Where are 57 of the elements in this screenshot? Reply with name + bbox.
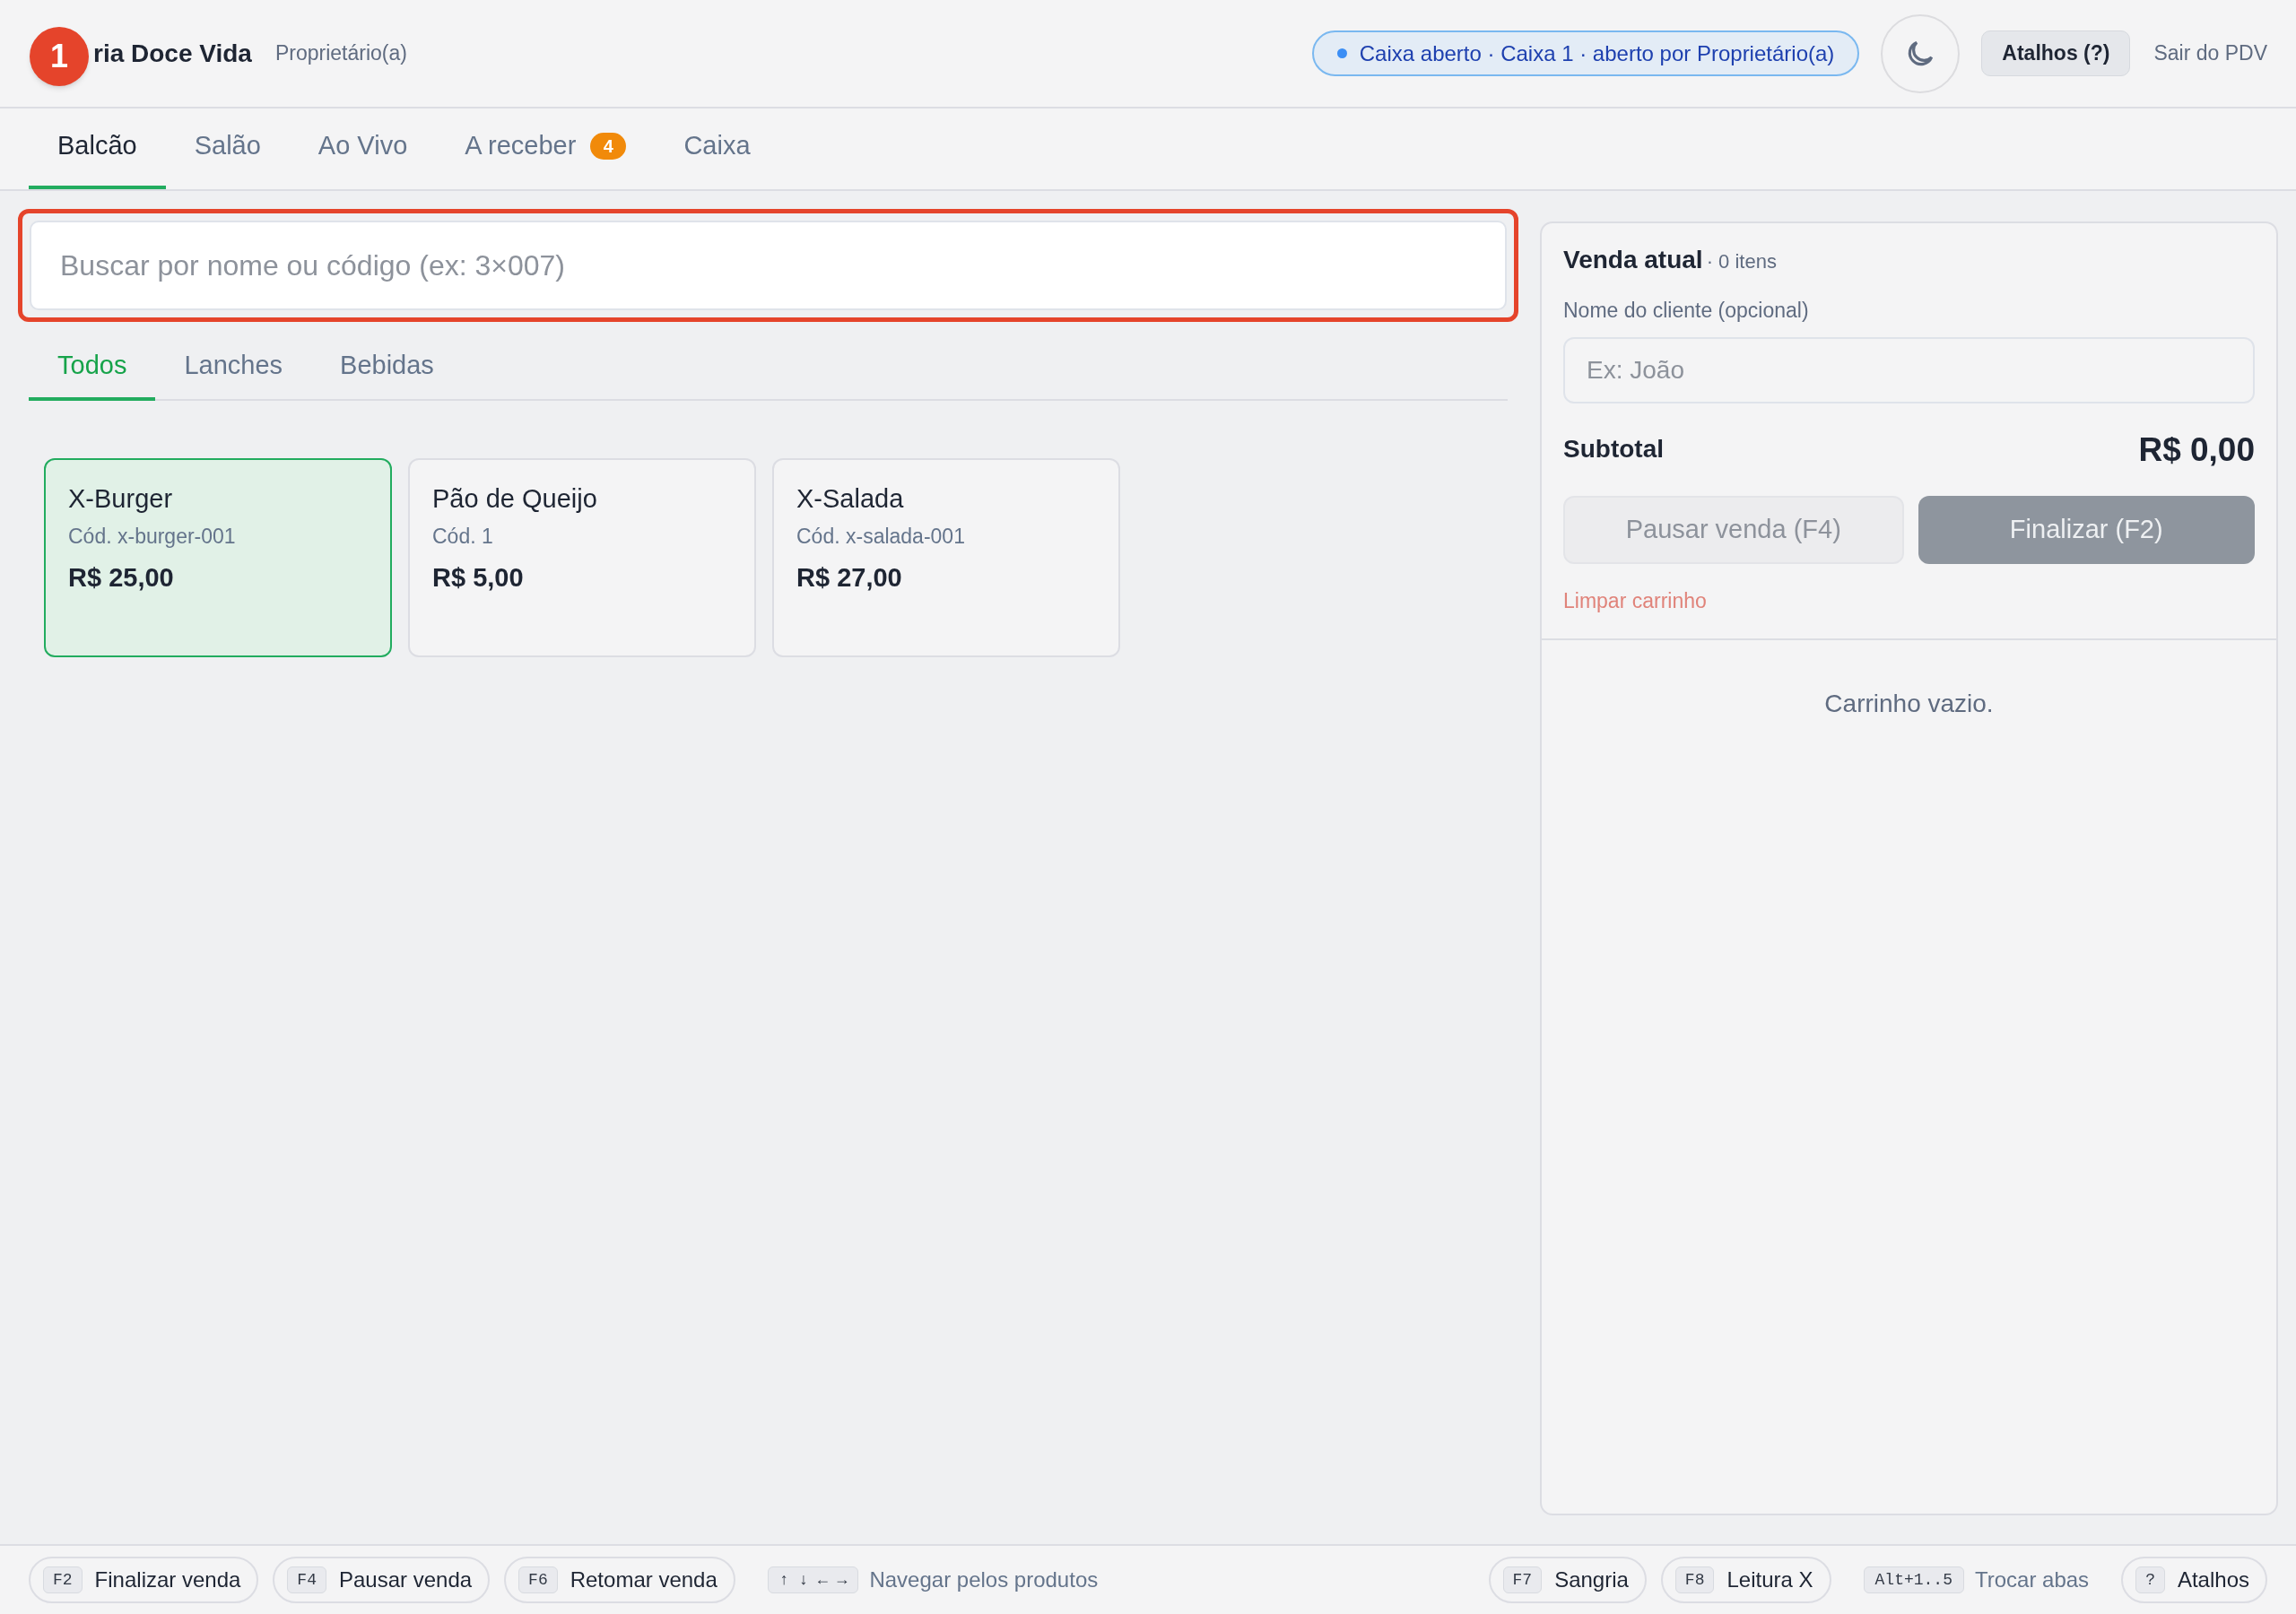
status-text: Caixa aberto · Caixa 1 · aberto por Proprietário(a): [1359, 39, 1835, 67]
product-code: Cód. x-salada-001: [796, 523, 965, 550]
shortcut-button[interactable]: ? Atalhos: [2121, 1557, 2267, 1603]
shortcut-label: Finalizar venda: [94, 1566, 241, 1593]
shortcut-button[interactable]: F2 Finalizar venda: [29, 1557, 259, 1603]
shortcut-hint: Navegar pelos produtos: [869, 1566, 1099, 1593]
product-name: Pão de Queijo: [432, 483, 597, 515]
product-name: X-Salada: [796, 483, 904, 515]
key-cap: F8: [1674, 1566, 1715, 1593]
key-cap: Alt+1..5: [1863, 1566, 1964, 1593]
key-cap: F6: [518, 1566, 558, 1593]
customer-field[interactable]: Ex: João: [1563, 336, 2255, 404]
shortcut-button[interactable]: F4 Pausar venda: [273, 1557, 491, 1603]
customer-label: Nome do cliente (opcional): [1563, 298, 1810, 324]
product-card[interactable]: X-Burger Cód. x-burger-001 R$ 25,00: [44, 458, 392, 657]
key-cap: ↑ ↓ ← →: [767, 1566, 859, 1593]
key-cap: ?: [2135, 1566, 2165, 1593]
user-role: Proprietário(a): [274, 40, 407, 67]
shortcut-hint: Trocar abas: [1974, 1566, 2090, 1593]
product-card[interactable]: Pão de Queijo Cód. 1 R$ 5,00: [408, 458, 756, 657]
sale-title: Venda atual: [1563, 245, 1703, 275]
shortcut-button[interactable]: F6 Retomar venda: [504, 1557, 735, 1603]
product-code: Cód. x-burger-001: [68, 523, 236, 550]
product-price: R$ 25,00: [68, 562, 174, 594]
shortcut-label: Atalhos: [2177, 1566, 2249, 1593]
shortcut-button[interactable]: F7 Sangria: [1488, 1557, 1647, 1603]
shortcut-label: Sangria: [1554, 1566, 1629, 1593]
step-marker: 1: [30, 27, 89, 86]
key-cap: F2: [43, 1566, 83, 1593]
product-code: Cód. 1: [432, 523, 493, 550]
shortcut-label: Pausar venda: [338, 1566, 473, 1593]
product-card[interactable]: X-Salada Cód. x-salada-001 R$ 27,00: [772, 458, 1120, 657]
product-name: X-Burger: [68, 483, 173, 515]
tab[interactable]: Salão: [165, 107, 290, 189]
product-price: R$ 5,00: [432, 562, 524, 594]
key-cap: F7: [1502, 1566, 1543, 1593]
search-field[interactable]: Buscar por nome ou código (ex: 3×007): [30, 221, 1507, 310]
category-tab[interactable]: Lanches: [155, 334, 312, 401]
category-tab[interactable]: Bebidas: [311, 334, 463, 401]
subtotal-value: R$ 0,00: [2138, 430, 2255, 470]
tab[interactable]: Ao Vivo: [289, 107, 437, 189]
shortcuts-button[interactable]: Atalhos (?): [1981, 30, 2131, 76]
product-price: R$ 27,00: [796, 562, 902, 594]
store-title: ria Doce Vida: [93, 38, 252, 69]
item-count: · 0 itens: [1706, 249, 1777, 274]
shortcut-button[interactable]: F8 Leitura X: [1660, 1557, 1831, 1603]
subtotal-label: Subtotal: [1563, 434, 1664, 465]
tab[interactable]: A receber 4: [436, 107, 656, 189]
empty-cart-text: Carrinho vazio.: [1824, 688, 1994, 719]
shortcut-label: Leitura X: [1726, 1566, 1813, 1593]
tab[interactable]: Caixa: [655, 107, 779, 189]
exit-link[interactable]: Sair do PDV: [2153, 38, 2267, 69]
tab[interactable]: Balcão: [29, 107, 166, 189]
key-cap: F4: [287, 1566, 326, 1593]
count-badge: 4: [590, 133, 627, 160]
theme-toggle-button[interactable]: [1881, 13, 1961, 93]
shortcut-label: Retomar venda: [570, 1566, 718, 1593]
